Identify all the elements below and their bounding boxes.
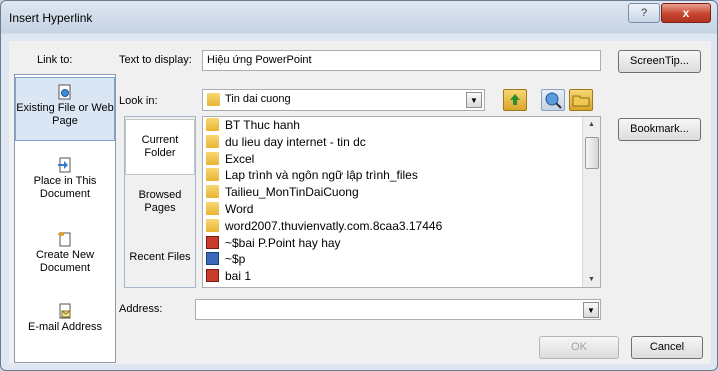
list-item-label: Lap trình và ngôn ngữ lập trình_files [225, 168, 418, 183]
list-item[interactable]: Lap trình và ngôn ngữ lập trình_files [206, 168, 418, 183]
list-item-label: ~$p [225, 252, 246, 267]
powerpoint-file-icon [206, 269, 219, 283]
email-icon [57, 303, 73, 319]
word-file-icon [206, 252, 219, 266]
chevron-down-icon[interactable]: ▼ [466, 92, 482, 108]
list-item[interactable]: Tailieu_MonTinDaiCuong [206, 185, 359, 200]
scroll-thumb[interactable] [585, 137, 599, 169]
link-email-label: E-mail Address [28, 321, 102, 333]
nav-current-folder[interactable]: Current Folder [125, 119, 195, 175]
powerpoint-file-icon [206, 235, 219, 249]
list-item[interactable]: Word [206, 202, 253, 217]
link-place-label: Place in This Document [33, 175, 97, 200]
link-to-label: Link to: [37, 54, 73, 66]
list-item[interactable]: ~$bai P.Point hay hay [206, 235, 341, 251]
link-existing-file[interactable]: Existing File or Web Page [15, 77, 115, 141]
insert-hyperlink-dialog: Insert Hyperlink ? x Link to: Existing F… [0, 0, 718, 371]
help-button[interactable]: ? [628, 3, 660, 23]
nav-recent-files[interactable]: Recent Files [125, 251, 195, 264]
list-item[interactable]: du lieu day internet - tin dc [206, 134, 366, 150]
look-in-select[interactable]: Tin dai cuong ▼ [202, 89, 485, 111]
document-place-icon [57, 157, 73, 173]
link-email-address[interactable]: E-mail Address [15, 303, 115, 334]
list-item[interactable]: BT Thuc hanh [206, 118, 300, 133]
look-in-label: Look in: [119, 95, 158, 107]
file-list: bai 1 ~$p ~$bai P.Point hay hay word2007.th… [202, 116, 601, 288]
text-to-display-label: Text to display: [119, 54, 192, 66]
screentip-button[interactable]: ScreenTip... [618, 50, 701, 73]
link-place-in-document[interactable]: Place in This Document [15, 157, 115, 201]
scroll-up-icon[interactable]: ▲ [583, 117, 600, 132]
folder-icon [206, 185, 219, 199]
globe-search-icon [545, 92, 562, 109]
folder-icon [207, 93, 220, 106]
list-item-label: Tailieu_MonTinDaiCuong [225, 185, 359, 200]
link-to-panel: Existing File or Web Page Place in This … [14, 74, 116, 363]
dialog-title: Insert Hyperlink [9, 11, 93, 25]
folder-icon [206, 218, 219, 232]
link-create-new-document[interactable]: Create New Document [15, 231, 115, 275]
list-item-label: Excel [225, 151, 255, 166]
open-folder-icon [572, 95, 590, 107]
dialog-content: Link to: Existing File or Web Page Place… [9, 41, 711, 364]
places-nav: Current Folder Browsed Pages Recent File… [124, 116, 196, 288]
address-input[interactable] [195, 299, 601, 320]
title-bar: Insert Hyperlink ? x [1, 1, 717, 34]
look-in-value: Tin dai cuong [225, 93, 291, 105]
list-item-label: Word [225, 202, 254, 216]
text-to-display-input[interactable]: Hiệu ứng PowerPoint [202, 50, 601, 71]
list-item[interactable]: Excel [206, 151, 255, 167]
address-label: Address: [119, 303, 163, 315]
list-item-label: word2007.thuvienvatly.com.8caa3.17446 [225, 218, 443, 233]
up-one-folder-button[interactable] [503, 89, 527, 111]
list-item-label: bai 1 [225, 269, 252, 284]
scroll-down-icon[interactable]: ▼ [583, 272, 600, 287]
list-item[interactable]: ~$p [206, 252, 245, 267]
folder-icon [206, 202, 219, 215]
list-item-label: du lieu day internet - tin dc [225, 134, 366, 149]
link-existing-file-label: Existing File or Web Page [16, 102, 114, 127]
file-globe-icon [57, 84, 73, 100]
link-create-new-label: Create New Document [35, 249, 95, 274]
up-folder-icon [510, 94, 520, 105]
cancel-button[interactable]: Cancel [631, 336, 703, 359]
browse-web-button[interactable] [541, 89, 565, 111]
browse-file-button[interactable] [569, 89, 593, 111]
address-dropdown-icon[interactable]: ▼ [583, 302, 599, 318]
vertical-scrollbar[interactable]: ▲ ▼ [582, 117, 600, 287]
list-item-label: ~$bai P.Point hay hay [225, 235, 341, 250]
close-button[interactable]: x [661, 3, 711, 23]
nav-browsed-pages[interactable]: Browsed Pages [125, 189, 195, 215]
folder-icon [206, 118, 219, 131]
folder-icon [206, 151, 219, 165]
new-document-icon [57, 231, 73, 247]
list-item[interactable]: bai 1 [206, 269, 251, 284]
list-item[interactable]: word2007.thuvienvatly.com.8caa3.17446 [206, 218, 443, 234]
ok-button[interactable]: OK [539, 336, 619, 359]
folder-icon [206, 168, 219, 182]
list-item-label: BT Thuc hanh [225, 118, 300, 132]
bookmark-button[interactable]: Bookmark... [618, 118, 701, 141]
folder-icon [206, 134, 219, 148]
